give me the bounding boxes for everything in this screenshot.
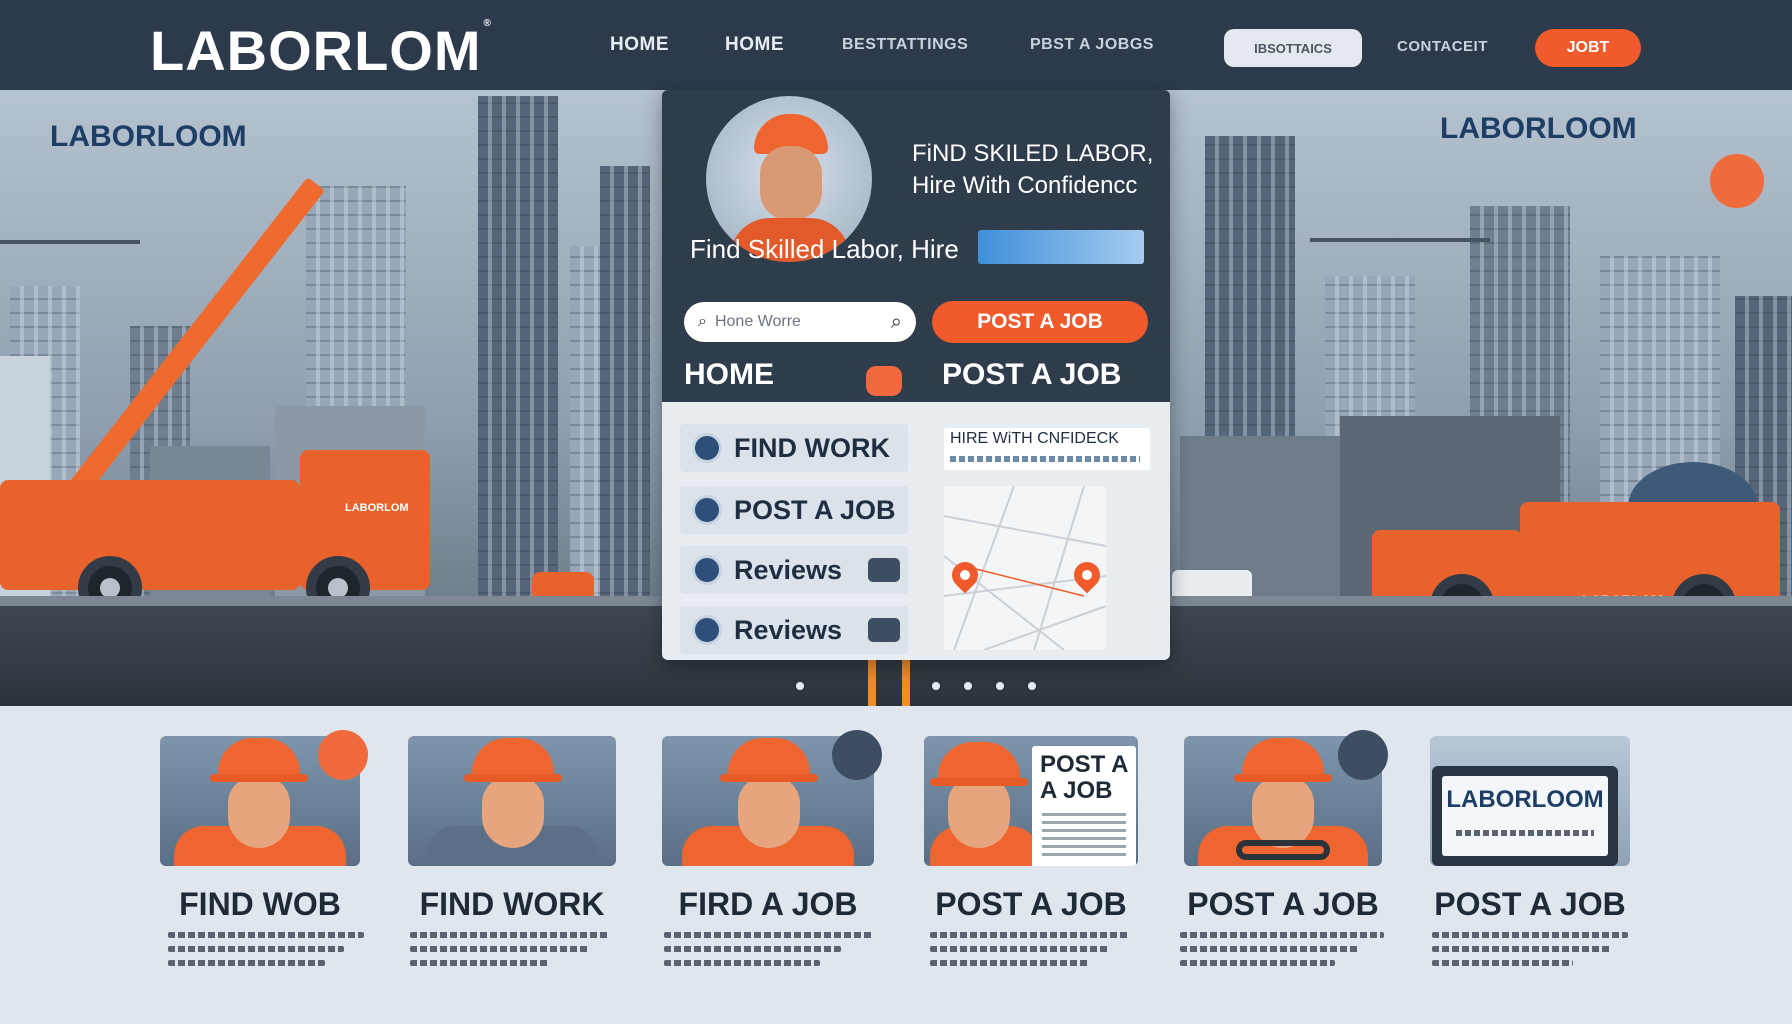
- sign-lines: [1456, 830, 1594, 836]
- search-icon: ⌕: [698, 313, 707, 330]
- paper-title: POST A A JOB: [1040, 751, 1128, 804]
- hard-hat-icon: [1234, 738, 1332, 782]
- utility-truck-body: [0, 480, 300, 590]
- nav-home-2[interactable]: HOME: [725, 34, 784, 56]
- nav-post-jobs[interactable]: PBST A JOBGS: [1030, 36, 1154, 54]
- briefcase-icon: [692, 495, 722, 525]
- pickup-cab: [1520, 502, 1780, 604]
- info-icon: [692, 555, 722, 585]
- sign-face: LABORLOOM: [1442, 776, 1608, 856]
- map-preview[interactable]: [944, 486, 1106, 650]
- menu-item-post-job[interactable]: POST A JOB: [680, 486, 908, 534]
- face: [760, 146, 822, 220]
- tile-description: [168, 932, 364, 992]
- card-home-link[interactable]: HOME: [684, 358, 774, 392]
- tile-description: [664, 932, 872, 992]
- globe-icon: [692, 433, 722, 463]
- search-box[interactable]: ⌕ Hone Worre ⌕: [684, 302, 916, 342]
- menu-item-reviews-2[interactable]: Reviews: [680, 606, 908, 654]
- tile-image[interactable]: LABORLOOM: [1430, 736, 1630, 866]
- headline-left: Find Skilled Labor, Hire: [690, 234, 959, 264]
- nav-home-1[interactable]: HOME: [610, 34, 669, 56]
- nav-cta-button[interactable]: JOBT: [1535, 29, 1641, 67]
- tile-title[interactable]: POST A JOB: [918, 886, 1144, 923]
- tile-image[interactable]: POST A A JOB: [924, 736, 1138, 866]
- tile-description: [410, 932, 610, 992]
- tile-title[interactable]: FIRD A JOB: [656, 886, 880, 923]
- wrench-icon: [832, 730, 882, 780]
- search-icon[interactable]: ⌕: [891, 311, 902, 334]
- worker-face: [228, 776, 290, 848]
- building: [600, 166, 650, 606]
- menu-label: FIND WORK: [734, 432, 890, 463]
- job-posting-paper: POST A A JOB: [1032, 746, 1136, 866]
- tile-title[interactable]: FIND WOB: [150, 886, 370, 923]
- info-icon: [692, 615, 722, 645]
- card-post-link[interactable]: POST A JOB: [942, 358, 1121, 392]
- badge: [868, 618, 900, 642]
- card-menu-panel: FIND WORK POST A JOB Reviews Reviews HIR…: [662, 402, 1170, 660]
- hard-hat-icon: [464, 738, 562, 782]
- hero-card: FiND SKILED LABOR, Hire With Confidencc …: [662, 90, 1170, 660]
- hire-banner: HIRE WiTH CNFIDECK: [944, 428, 1150, 470]
- carousel-dot[interactable]: [964, 682, 972, 690]
- menu-label: Reviews: [734, 614, 843, 645]
- worker-face: [1252, 776, 1314, 848]
- paper-lines: [1042, 812, 1126, 856]
- menu-label: POST A JOB: [734, 494, 896, 525]
- hard-hat-icon: [210, 738, 308, 782]
- headline-highlight: [978, 230, 1144, 264]
- truck-label: LABORLOM: [345, 502, 409, 514]
- tool-icon: [318, 730, 368, 780]
- tile-title[interactable]: FIND WORK: [400, 886, 624, 923]
- carousel-dot[interactable]: [996, 682, 1004, 690]
- sun-circle: [1710, 154, 1764, 208]
- tile-title[interactable]: POST A JOB: [1172, 886, 1394, 923]
- tile-title[interactable]: POST A JOB: [1424, 886, 1636, 923]
- worker-face: [948, 776, 1010, 848]
- search-icon[interactable]: [866, 366, 902, 396]
- hire-text: HIRE WiTH CNFIDECK: [950, 430, 1119, 447]
- crane-tower: [1310, 238, 1490, 242]
- search-input[interactable]: Hone Worre: [715, 313, 891, 331]
- badge: [868, 558, 900, 582]
- tile-image[interactable]: [408, 736, 616, 866]
- laborloom-sign: LABORLOOM: [1432, 766, 1618, 866]
- carousel-dot[interactable]: [1028, 682, 1036, 690]
- road-marking: [902, 654, 910, 706]
- hero-brand-left: LABORLOOM: [50, 120, 247, 153]
- road-marking: [868, 654, 876, 706]
- top-navbar: LABORLOM ® HOME HOME BESTTATTINGS PBST A …: [0, 0, 1792, 90]
- building: [478, 96, 558, 606]
- hard-hat-icon: [930, 742, 1028, 786]
- hire-subtext: [950, 456, 1140, 462]
- worker-face: [482, 776, 544, 848]
- hard-hat-icon: [720, 738, 818, 782]
- post-job-button[interactable]: POST A JOB: [932, 301, 1148, 343]
- nav-settings[interactable]: BESTTATTINGS: [842, 36, 968, 54]
- logo[interactable]: LABORLOM ®: [150, 18, 492, 83]
- sign-text: LABORLOOM: [1446, 786, 1604, 813]
- headphones-icon: [1236, 840, 1330, 860]
- carousel-dot[interactable]: [796, 682, 804, 690]
- feature-tiles: FIND WOB FIND WORK FIRD A JOB POST A A J…: [0, 706, 1792, 1024]
- tile-description: [1180, 932, 1384, 992]
- hero-brand-right: LABORLOOM: [1440, 112, 1637, 145]
- tile-description: [930, 932, 1130, 992]
- nav-contact[interactable]: CONTACEIT: [1397, 38, 1488, 55]
- nav-pill-button[interactable]: IBSOTTAICS: [1224, 29, 1362, 67]
- headline-right: FiND SKILED LABOR, Hire With Confidencc: [912, 140, 1154, 199]
- logo-text: LABORLOM: [150, 19, 482, 82]
- crane-tower: [0, 240, 140, 244]
- carousel-dot[interactable]: [932, 682, 940, 690]
- tile-description: [1432, 932, 1628, 992]
- menu-item-reviews[interactable]: Reviews: [680, 546, 908, 594]
- gear-icon: [1338, 730, 1388, 780]
- logo-mark: ®: [483, 18, 492, 29]
- worker-face: [738, 776, 800, 848]
- menu-item-find-work[interactable]: FIND WORK: [680, 424, 908, 472]
- menu-label: Reviews: [734, 554, 843, 585]
